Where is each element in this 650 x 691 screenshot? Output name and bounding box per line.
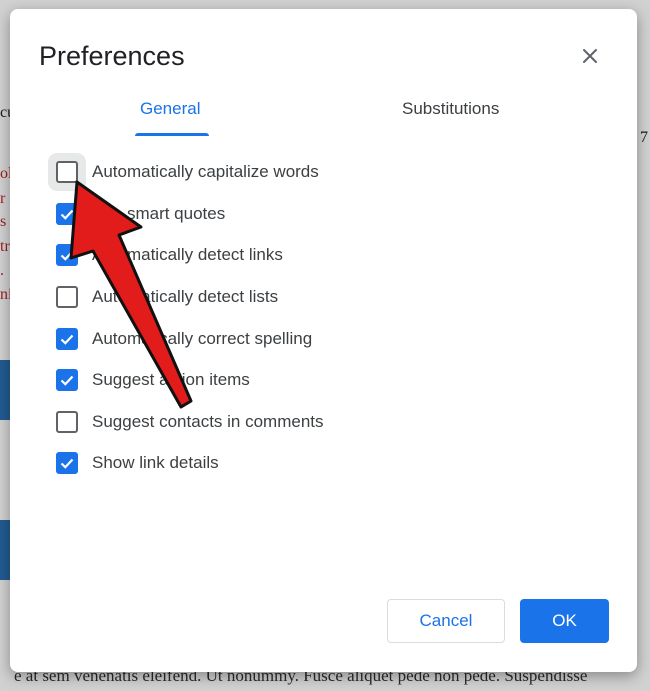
tab-substitutions[interactable]: Substitutions (402, 99, 499, 119)
tab-bar: General Substitutions (10, 99, 637, 139)
option-label: Show link details (92, 453, 219, 472)
option-label: Automatically detect lists (92, 287, 279, 306)
option-label: Automatically correct spelling (92, 329, 313, 348)
checkbox[interactable] (56, 369, 78, 391)
option-action-items[interactable]: Suggest action items (56, 368, 250, 392)
option-capitalize-words[interactable]: Automatically capitalize words (56, 160, 319, 184)
tab-general[interactable]: General (140, 99, 200, 119)
checkbox[interactable] (56, 286, 78, 308)
ok-button[interactable]: OK (520, 599, 609, 643)
close-button[interactable] (577, 43, 603, 69)
active-tab-indicator (135, 133, 209, 136)
checkmark-icon (60, 375, 74, 386)
option-label: Suggest contacts in comments (92, 412, 324, 431)
option-label: Automatically capitalize words (92, 162, 319, 181)
checkbox[interactable] (56, 203, 78, 225)
option-correct-spelling[interactable]: Automatically correct spelling (56, 327, 312, 351)
option-detect-lists[interactable]: Automatically detect lists (56, 285, 278, 309)
checkmark-icon (60, 334, 74, 345)
checkbox[interactable] (56, 452, 78, 474)
checkbox[interactable] (56, 161, 78, 183)
preferences-dialog: Preferences General Substitutions Automa… (10, 9, 637, 672)
close-icon (583, 49, 597, 63)
option-label: Use smart quotes (92, 204, 226, 223)
option-label: Suggest action items (92, 370, 250, 389)
checkbox[interactable] (56, 244, 78, 266)
checkmark-icon (60, 209, 74, 220)
dialog-title: Preferences (39, 41, 185, 71)
option-detect-links[interactable]: Automatically detect links (56, 243, 283, 267)
option-suggest-contacts[interactable]: Suggest contacts in comments (56, 410, 324, 434)
checkmark-icon (60, 250, 74, 261)
option-label: Automatically detect links (92, 245, 283, 264)
option-link-details[interactable]: Show link details (56, 451, 219, 475)
option-smart-quotes[interactable]: Use smart quotes (56, 202, 225, 226)
checkmark-icon (60, 458, 74, 469)
checkbox[interactable] (56, 411, 78, 433)
cancel-button[interactable]: Cancel (387, 599, 505, 643)
checkbox[interactable] (56, 328, 78, 350)
